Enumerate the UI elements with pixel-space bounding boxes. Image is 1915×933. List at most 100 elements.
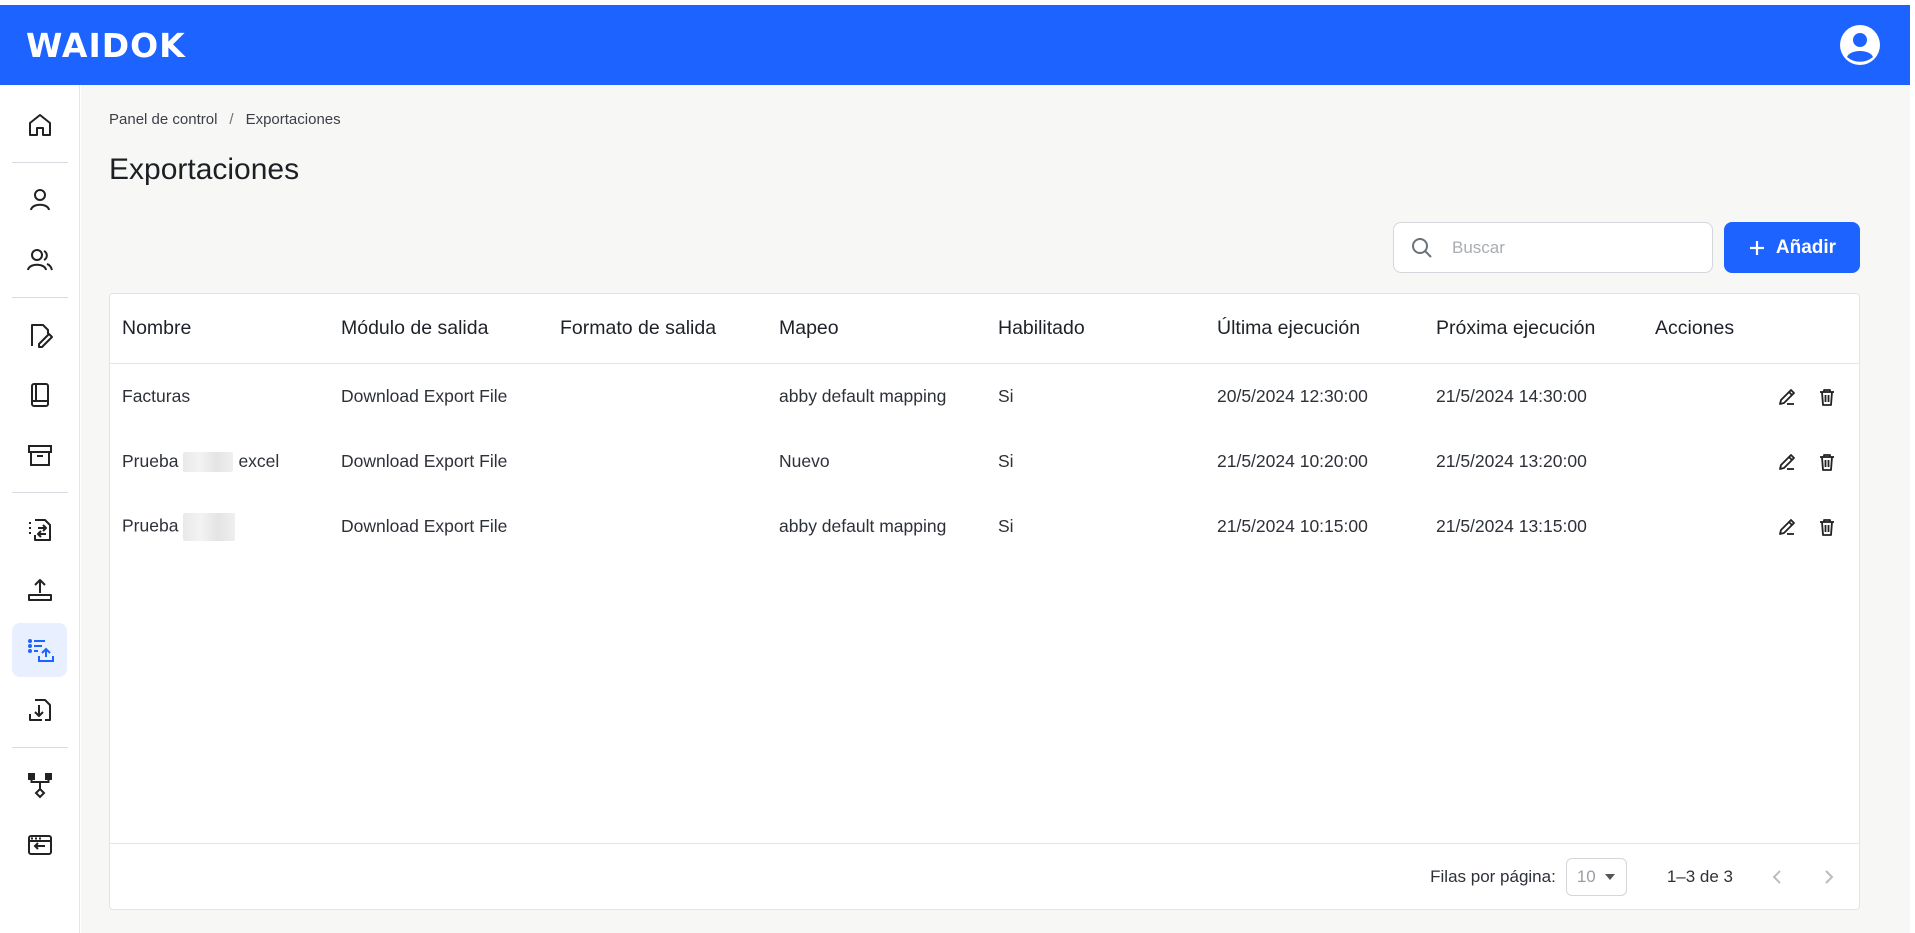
trash-icon: [1820, 388, 1834, 406]
pencil-icon: [1779, 388, 1795, 405]
chevron-left-icon: [1772, 869, 1781, 884]
cell-acciones: [1643, 385, 1861, 409]
sidebar-divider: [11, 297, 68, 298]
cell-nombre: Facturas: [122, 386, 191, 406]
archive-icon: [27, 445, 52, 466]
cell-modulo: Download Export File: [341, 451, 508, 471]
breadcrumb-link-panel[interactable]: Panel de control: [109, 111, 217, 128]
column-header-proxima-ejecucion[interactable]: Próxima ejecución: [1424, 317, 1643, 340]
list-export-icon: [27, 639, 54, 662]
cell-ultima-ejecucion: 20/5/2024 12:30:00: [1217, 386, 1368, 406]
pagination-controls: [1767, 866, 1839, 888]
window-return-icon: [27, 835, 52, 855]
rows-per-page-select[interactable]: 10: [1565, 857, 1627, 896]
table-header: Nombre Módulo de salida Formato de salid…: [110, 294, 1859, 364]
delete-button[interactable]: [1815, 385, 1839, 409]
cell-habilitado: Si: [998, 386, 1014, 406]
search-input[interactable]: [1452, 237, 1682, 258]
cell-ultima-ejecucion: 21/5/2024 10:20:00: [1217, 451, 1368, 471]
table-row[interactable]: Facturas Download Export File abby defau…: [110, 364, 1859, 429]
cell-mapeo: abby default mapping: [779, 386, 947, 406]
cell-proxima-ejecucion: 21/5/2024 13:20:00: [1436, 451, 1587, 471]
cell-habilitado: Si: [998, 451, 1014, 471]
rows-per-page-value: 10: [1576, 866, 1596, 886]
add-button-label: Añadir: [1775, 236, 1837, 258]
sidebar-divider: [11, 747, 68, 748]
sidebar-item-users[interactable]: [12, 233, 67, 287]
sidebar-item-document-download[interactable]: [12, 683, 67, 737]
sidebar-item-document-transfer[interactable]: [12, 503, 67, 557]
breadcrumb-current: Exportaciones: [245, 111, 341, 128]
table-row[interactable]: Prueba excel Download Export File Nuevo S…: [110, 429, 1859, 494]
redacted-text: [183, 452, 234, 473]
user-account-button[interactable]: [1838, 23, 1882, 67]
breadcrumb: Panel de control / Exportaciones: [109, 111, 341, 128]
exports-table: Nombre Módulo de salida Formato de salid…: [109, 293, 1860, 910]
column-header-modulo[interactable]: Módulo de salida: [329, 317, 548, 340]
sidebar-divider: [11, 162, 68, 163]
sidebar-divider: [11, 492, 68, 493]
sidebar-item-upload[interactable]: [12, 563, 67, 617]
users-icon: [26, 249, 53, 271]
cell-proxima-ejecucion: 21/5/2024 14:30:00: [1436, 386, 1587, 406]
pencil-icon: [1779, 453, 1795, 470]
cell-nombre: Prueba excel: [122, 450, 280, 473]
cell-acciones: [1643, 515, 1861, 539]
cell-mapeo: Nuevo: [779, 451, 830, 471]
sidebar: [0, 85, 80, 933]
previous-page-button[interactable]: [1767, 866, 1789, 888]
column-header-nombre[interactable]: Nombre: [110, 317, 329, 340]
breadcrumb-separator: /: [229, 111, 234, 128]
user-icon: [29, 189, 50, 211]
page-title: Exportaciones: [109, 153, 300, 186]
table-body: Facturas Download Export File abby defau…: [110, 364, 1859, 559]
edit-button[interactable]: [1775, 385, 1799, 409]
upload-icon: [27, 579, 52, 601]
column-header-mapeo[interactable]: Mapeo: [767, 317, 986, 340]
cell-proxima-ejecucion: 21/5/2024 13:15:00: [1436, 516, 1587, 536]
cell-modulo: Download Export File: [341, 516, 508, 536]
delete-button[interactable]: [1815, 450, 1839, 474]
pagination-bar: Filas por página: 10 1–3 de 3: [110, 843, 1859, 909]
sidebar-item-document-edit[interactable]: [12, 308, 67, 362]
table-row[interactable]: Prueba Download Export File abby default…: [110, 494, 1859, 559]
cell-modulo: Download Export File: [341, 386, 508, 406]
home-icon: [28, 114, 51, 136]
redacted-text: [183, 512, 236, 541]
app-logo[interactable]: WAIDOK: [26, 26, 186, 65]
plus-icon: [1749, 240, 1764, 255]
chevron-right-icon: [1825, 869, 1834, 884]
sidebar-item-book[interactable]: [12, 368, 67, 422]
edit-button[interactable]: [1775, 450, 1799, 474]
sidebar-item-archive[interactable]: [12, 428, 67, 482]
document-transfer-icon: [28, 519, 51, 541]
search-icon: [1412, 237, 1432, 258]
main-content: Panel de control / Exportaciones Exporta…: [81, 85, 1910, 933]
caret-down-icon: [1604, 873, 1615, 880]
delete-button[interactable]: [1815, 515, 1839, 539]
top-bar: WAIDOK: [0, 5, 1910, 85]
column-header-ultima-ejecucion[interactable]: Última ejecución: [1205, 317, 1424, 340]
sidebar-item-workflow[interactable]: [12, 758, 67, 812]
search-box[interactable]: [1393, 222, 1713, 273]
cell-habilitado: Si: [998, 516, 1014, 536]
column-header-formato[interactable]: Formato de salida: [548, 317, 767, 340]
trash-icon: [1820, 518, 1834, 536]
sidebar-item-home[interactable]: [12, 98, 67, 152]
sidebar-item-window-return[interactable]: [12, 818, 67, 872]
next-page-button[interactable]: [1817, 866, 1839, 888]
user-circle-icon: [1840, 25, 1880, 65]
column-header-habilitado[interactable]: Habilitado: [986, 317, 1205, 340]
document-download-icon: [28, 699, 51, 721]
cell-mapeo: abby default mapping: [779, 516, 947, 536]
cell-ultima-ejecucion: 21/5/2024 10:15:00: [1217, 516, 1368, 536]
sidebar-item-exports[interactable]: [12, 623, 67, 677]
add-button[interactable]: Añadir: [1724, 222, 1860, 273]
sidebar-item-user[interactable]: [12, 173, 67, 227]
pagination-range: 1–3 de 3: [1666, 866, 1733, 886]
pencil-icon: [1779, 518, 1795, 535]
column-header-acciones: Acciones: [1655, 317, 1735, 339]
book-icon: [30, 383, 49, 407]
cell-nombre: Prueba: [110, 512, 329, 541]
edit-button[interactable]: [1775, 515, 1799, 539]
